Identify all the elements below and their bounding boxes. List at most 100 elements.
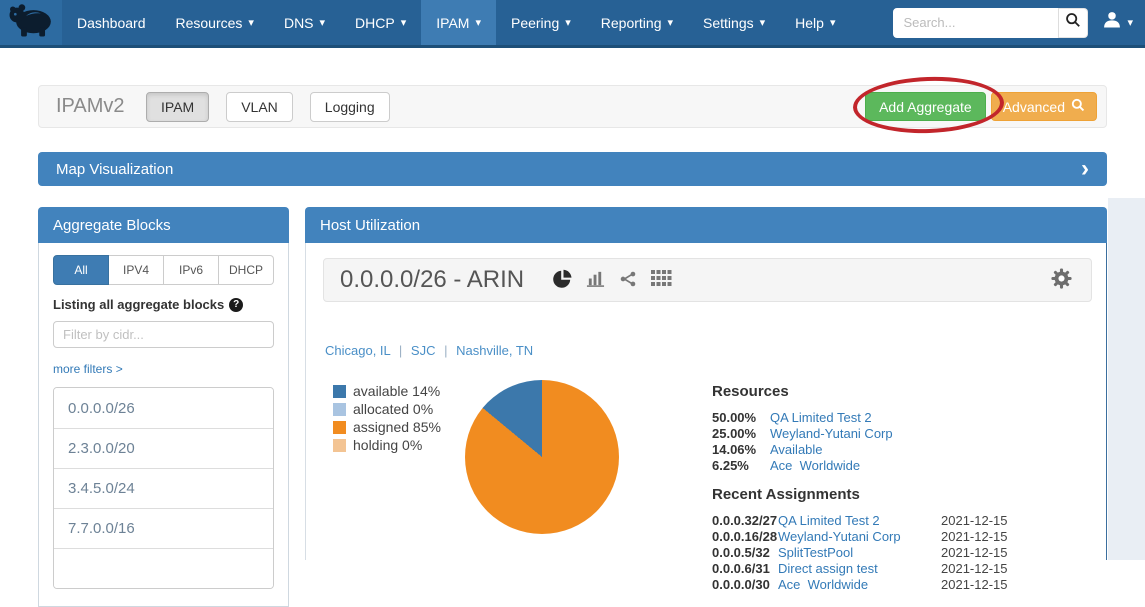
settings-button[interactable] (1050, 267, 1073, 293)
caret-down-icon: ▾ (1127, 16, 1133, 29)
top-navbar: Dashboard Resources▾ DNS▾ DHCP▾ IPAM▾ Pe… (0, 0, 1145, 48)
assignment-link[interactable]: Weyland-Yutani Corp (778, 529, 941, 545)
filter-tab-ipv6[interactable]: IPv6 (164, 255, 219, 285)
cidr-filter-input[interactable] (53, 321, 274, 348)
resource-row: 50.00% QA Limited Test 2 (712, 410, 893, 426)
list-item[interactable]: 0.0.0.0/26 (54, 388, 273, 428)
nav-item-settings[interactable]: Settings▾ (688, 0, 780, 45)
map-visualization-bar[interactable]: Map Visualization › (38, 152, 1107, 186)
more-filters-link[interactable]: more filters > (53, 362, 123, 376)
resource-pct: 25.00% (712, 426, 770, 442)
nav-item-peering[interactable]: Peering▾ (496, 0, 586, 45)
assignment-link[interactable]: Direct assign test (778, 561, 941, 577)
location-link[interactable]: Chicago, IL (325, 343, 390, 358)
resource-row: 25.00% Weyland-Yutani Corp (712, 426, 893, 442)
tab-ipam[interactable]: IPAM (146, 92, 209, 122)
resource-link[interactable]: Available (770, 442, 823, 458)
filter-tab-all[interactable]: All (53, 255, 109, 285)
assignment-cidr: 0.0.0.16/28 (712, 529, 778, 545)
caret-down-icon: ▾ (248, 16, 254, 29)
bar-chart-view-button[interactable] (586, 269, 605, 291)
aggregate-blocks-panel: Aggregate Blocks All IPV4 IPv6 DHCP List… (38, 207, 289, 607)
resources-section: Resources 50.00% QA Limited Test 2 25.00… (712, 383, 893, 474)
nav-item-dns[interactable]: DNS▾ (269, 0, 340, 45)
add-aggregate-button[interactable]: Add Aggregate (865, 92, 986, 121)
assignment-row: 0.0.0.5/32 SplitTestPool 2021-12-15 (712, 545, 1092, 561)
gear-icon (1050, 267, 1073, 293)
grid-view-button[interactable] (651, 270, 672, 290)
assignment-date: 2021-12-15 (941, 561, 1008, 577)
assignment-row: 0.0.0.16/28 Weyland-Yutani Corp 2021-12-… (712, 529, 1092, 545)
caret-down-icon: ▾ (565, 16, 571, 29)
help-icon[interactable]: ? (229, 298, 243, 312)
brand-logo[interactable] (0, 0, 62, 45)
nav-item-resources[interactable]: Resources▾ (161, 0, 269, 45)
caret-down-icon: ▾ (667, 16, 673, 29)
assignment-row: 0.0.0.32/27 QA Limited Test 2 2021-12-15 (712, 513, 1092, 529)
location-links: Chicago, IL | SJC | Nashville, TN (325, 343, 533, 358)
list-item[interactable] (54, 548, 273, 588)
nav-item-ipam[interactable]: IPAM▾ (421, 0, 496, 45)
location-link[interactable]: Nashville, TN (456, 343, 533, 358)
resource-link[interactable]: QA Limited Test 2 (770, 410, 872, 426)
resource-pct: 50.00% (712, 410, 770, 426)
pie-view-button[interactable] (552, 269, 572, 292)
recent-assignments-heading: Recent Assignments (712, 486, 1092, 503)
chevron-right-icon: › (1081, 159, 1089, 179)
assignment-date: 2021-12-15 (941, 529, 1008, 545)
tab-vlan[interactable]: VLAN (226, 92, 293, 122)
legend-item-allocated[interactable]: allocated 0% (333, 400, 441, 418)
resource-row: 6.25% Ace Worldwide (712, 458, 893, 474)
caret-down-icon: ▾ (830, 16, 836, 29)
legend-item-assigned[interactable]: assigned 85% (333, 418, 441, 436)
advanced-search-button[interactable]: Advanced (991, 92, 1097, 121)
assignment-date: 2021-12-15 (941, 545, 1008, 561)
ipam-toolbar: IPAMv2 IPAM VLAN Logging Add Aggregate A… (38, 85, 1107, 128)
assignment-link[interactable]: SplitTestPool (778, 545, 941, 561)
location-link[interactable]: SJC (411, 343, 436, 358)
user-icon (1102, 10, 1122, 35)
navbar-right: ▾ (893, 0, 1145, 45)
resource-pct: 14.06% (712, 442, 770, 458)
nav-item-reporting[interactable]: Reporting▾ (586, 0, 688, 45)
legend-item-holding[interactable]: holding 0% (333, 436, 441, 454)
pie-chart-icon (552, 269, 572, 292)
filter-tab-dhcp[interactable]: DHCP (219, 255, 274, 285)
list-item[interactable]: 2.3.0.0/20 (54, 428, 273, 468)
assignment-link[interactable]: Ace Worldwide (778, 577, 941, 593)
share-button[interactable] (619, 270, 637, 291)
tab-logging[interactable]: Logging (310, 92, 390, 122)
page-title: IPAMv2 (56, 95, 128, 118)
aggregate-blocks-header: Aggregate Blocks (38, 207, 289, 243)
assignment-link[interactable]: QA Limited Test 2 (778, 513, 941, 529)
filter-tab-ipv4[interactable]: IPV4 (109, 255, 164, 285)
listing-label: Listing all aggregate blocks ? (53, 297, 274, 312)
assignment-cidr: 0.0.0.6/31 (712, 561, 778, 577)
list-item[interactable]: 3.4.5.0/24 (54, 468, 273, 508)
caret-down-icon: ▾ (760, 16, 766, 29)
nav-item-dhcp[interactable]: DHCP▾ (340, 0, 421, 45)
resource-pct: 6.25% (712, 458, 770, 474)
block-title: 0.0.0.0/26 - ARIN (340, 266, 524, 294)
search-icon (1071, 98, 1085, 115)
user-menu[interactable]: ▾ (1102, 10, 1133, 35)
utilization-pie-chart (465, 380, 619, 534)
resource-link[interactable]: Weyland-Yutani Corp (770, 426, 893, 442)
bar-chart-icon (586, 269, 605, 291)
caret-down-icon: ▾ (320, 16, 326, 29)
search-button[interactable] (1058, 8, 1088, 38)
assignment-date: 2021-12-15 (941, 577, 1008, 593)
nav-item-help[interactable]: Help▾ (780, 0, 850, 45)
assignment-cidr: 0.0.0.32/27 (712, 513, 778, 529)
list-item[interactable]: 7.7.0.0/16 (54, 508, 273, 548)
legend-item-available[interactable]: available 14% (333, 382, 441, 400)
assignment-row: 0.0.0.6/31 Direct assign test 2021-12-15 (712, 561, 1092, 577)
host-utilization-panel: Host Utilization 0.0.0.0/26 - ARIN (305, 207, 1107, 560)
separator: | (399, 343, 402, 358)
legend-swatch (333, 403, 346, 416)
host-utilization-header: Host Utilization (305, 207, 1107, 243)
nav-item-dashboard[interactable]: Dashboard (62, 0, 161, 45)
assignment-cidr: 0.0.0.5/32 (712, 545, 778, 561)
search-input[interactable] (893, 8, 1058, 38)
resource-link[interactable]: Ace Worldwide (770, 458, 860, 474)
